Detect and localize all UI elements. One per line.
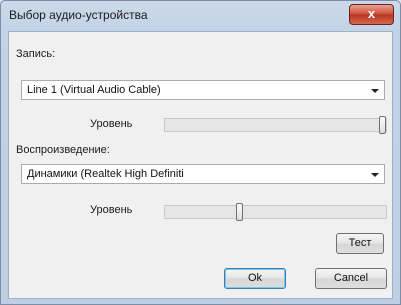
cancel-button[interactable]: Cancel: [315, 268, 387, 289]
recording-device-select[interactable]: Line 1 (Virtual Audio Cable): [21, 80, 385, 100]
ok-button[interactable]: Ok: [224, 268, 286, 289]
playback-device-select[interactable]: Динамики (Realtek High Definiti: [21, 164, 385, 184]
close-button[interactable]: x: [349, 4, 394, 25]
title-bar: Выбор аудио-устройства x: [1, 1, 400, 31]
dialog-title: Выбор аудио-устройства: [9, 8, 148, 22]
recording-level-thumb[interactable]: [379, 116, 386, 134]
recording-level-label: Уровень: [90, 118, 133, 130]
recording-level-slider[interactable]: [164, 116, 387, 134]
test-button[interactable]: Тест: [336, 233, 384, 254]
playback-label: Воспроизведение:: [16, 144, 110, 156]
playback-level-slider[interactable]: [164, 203, 387, 221]
playback-device-value: Динамики (Realtek High Definiti: [27, 168, 184, 180]
chevron-down-icon: [371, 89, 379, 93]
recording-device-value: Line 1 (Virtual Audio Cable): [27, 84, 161, 96]
audio-device-dialog: Выбор аудио-устройства x Запись: Line 1 …: [0, 0, 401, 305]
dialog-body: Запись: Line 1 (Virtual Audio Cable) Уро…: [8, 31, 393, 299]
playback-level-thumb[interactable]: [236, 203, 243, 221]
playback-level-label: Уровень: [90, 204, 133, 216]
recording-label: Запись:: [16, 48, 56, 60]
chevron-down-icon: [371, 173, 379, 177]
